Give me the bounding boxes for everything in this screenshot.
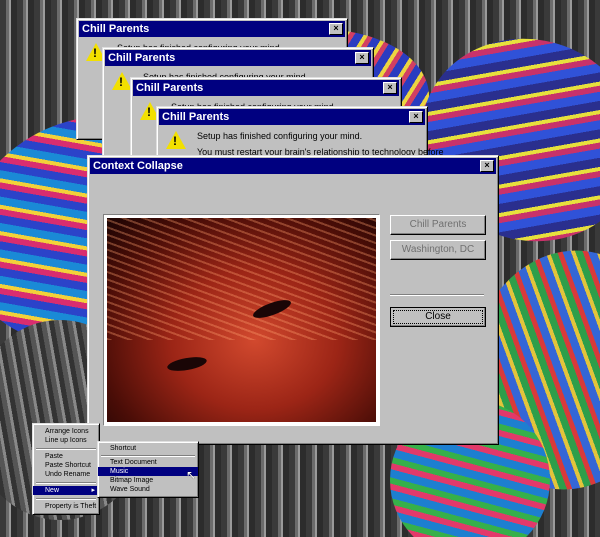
washington-dc-button[interactable]: Washington, DC — [390, 240, 486, 260]
submenu-item-music[interactable]: Music — [98, 467, 198, 476]
submenu-item-bitmap-image[interactable]: Bitmap Image — [98, 476, 198, 485]
chill-parents-button[interactable]: Chill Parents — [390, 215, 486, 235]
warning-icon: ! — [166, 131, 186, 149]
dialog-title: Chill Parents — [82, 23, 150, 35]
warning-icon: ! — [112, 72, 132, 90]
dialog-titlebar: Context Collapse × — [90, 158, 496, 174]
portrait-picture — [107, 218, 376, 422]
dialog-titlebar: Chill Parents × — [105, 50, 371, 66]
close-icon[interactable]: × — [383, 82, 397, 94]
mouse-pointer-icon: ↖ — [186, 468, 197, 482]
menu-separator — [36, 498, 96, 500]
portrait-image — [103, 214, 380, 426]
menu-item-paste-shortcut[interactable]: Paste Shortcut — [33, 461, 99, 470]
dialog-title: Context Collapse — [93, 160, 183, 172]
portrait-eye — [166, 354, 208, 374]
dialog-message: Setup has finished configuring your mind… — [197, 131, 363, 141]
menu-item-label: New — [45, 487, 60, 494]
dialog-titlebar: Chill Parents × — [133, 80, 399, 96]
menu-item-undo-rename[interactable]: Undo Rename — [33, 470, 99, 479]
menu-item-property-is-theft[interactable]: Property is Theft — [33, 502, 99, 511]
close-icon[interactable]: × — [480, 160, 494, 172]
dialog-title: Chill Parents — [108, 52, 176, 64]
context-collapse-dialog: Context Collapse × Chill Parents Washing… — [87, 155, 499, 445]
close-icon[interactable]: × — [329, 23, 343, 35]
submenu-item-shortcut[interactable]: Shortcut — [98, 444, 198, 453]
menu-separator — [36, 482, 96, 484]
close-button[interactable]: Close — [390, 307, 486, 327]
submenu-item-text-document[interactable]: Text Document — [98, 458, 198, 467]
submenu-arrow-icon: ▸ — [91, 487, 95, 494]
close-icon[interactable]: × — [409, 111, 423, 123]
menu-item-arrange-icons[interactable]: Arrange Icons — [33, 427, 99, 436]
desktop-context-menu: Arrange Icons Line up Icons Paste Paste … — [32, 423, 100, 515]
menu-item-line-up-icons[interactable]: Line up Icons — [33, 436, 99, 445]
menu-separator — [36, 448, 96, 450]
portrait-hair — [107, 218, 376, 341]
button-separator — [390, 294, 484, 296]
new-submenu: Shortcut Text Document Music Bitmap Imag… — [97, 441, 199, 498]
dialog-title: Chill Parents — [136, 82, 204, 94]
menu-item-paste[interactable]: Paste — [33, 452, 99, 461]
menu-item-new[interactable]: New ▸ — [33, 486, 99, 495]
dialog-titlebar: Chill Parents × — [159, 109, 425, 125]
submenu-item-wave-sound[interactable]: Wave Sound — [98, 485, 198, 494]
dialog-title: Chill Parents — [162, 111, 230, 123]
menu-separator — [101, 455, 195, 457]
dialog-titlebar: Chill Parents × — [79, 21, 345, 37]
close-icon[interactable]: × — [355, 52, 369, 64]
